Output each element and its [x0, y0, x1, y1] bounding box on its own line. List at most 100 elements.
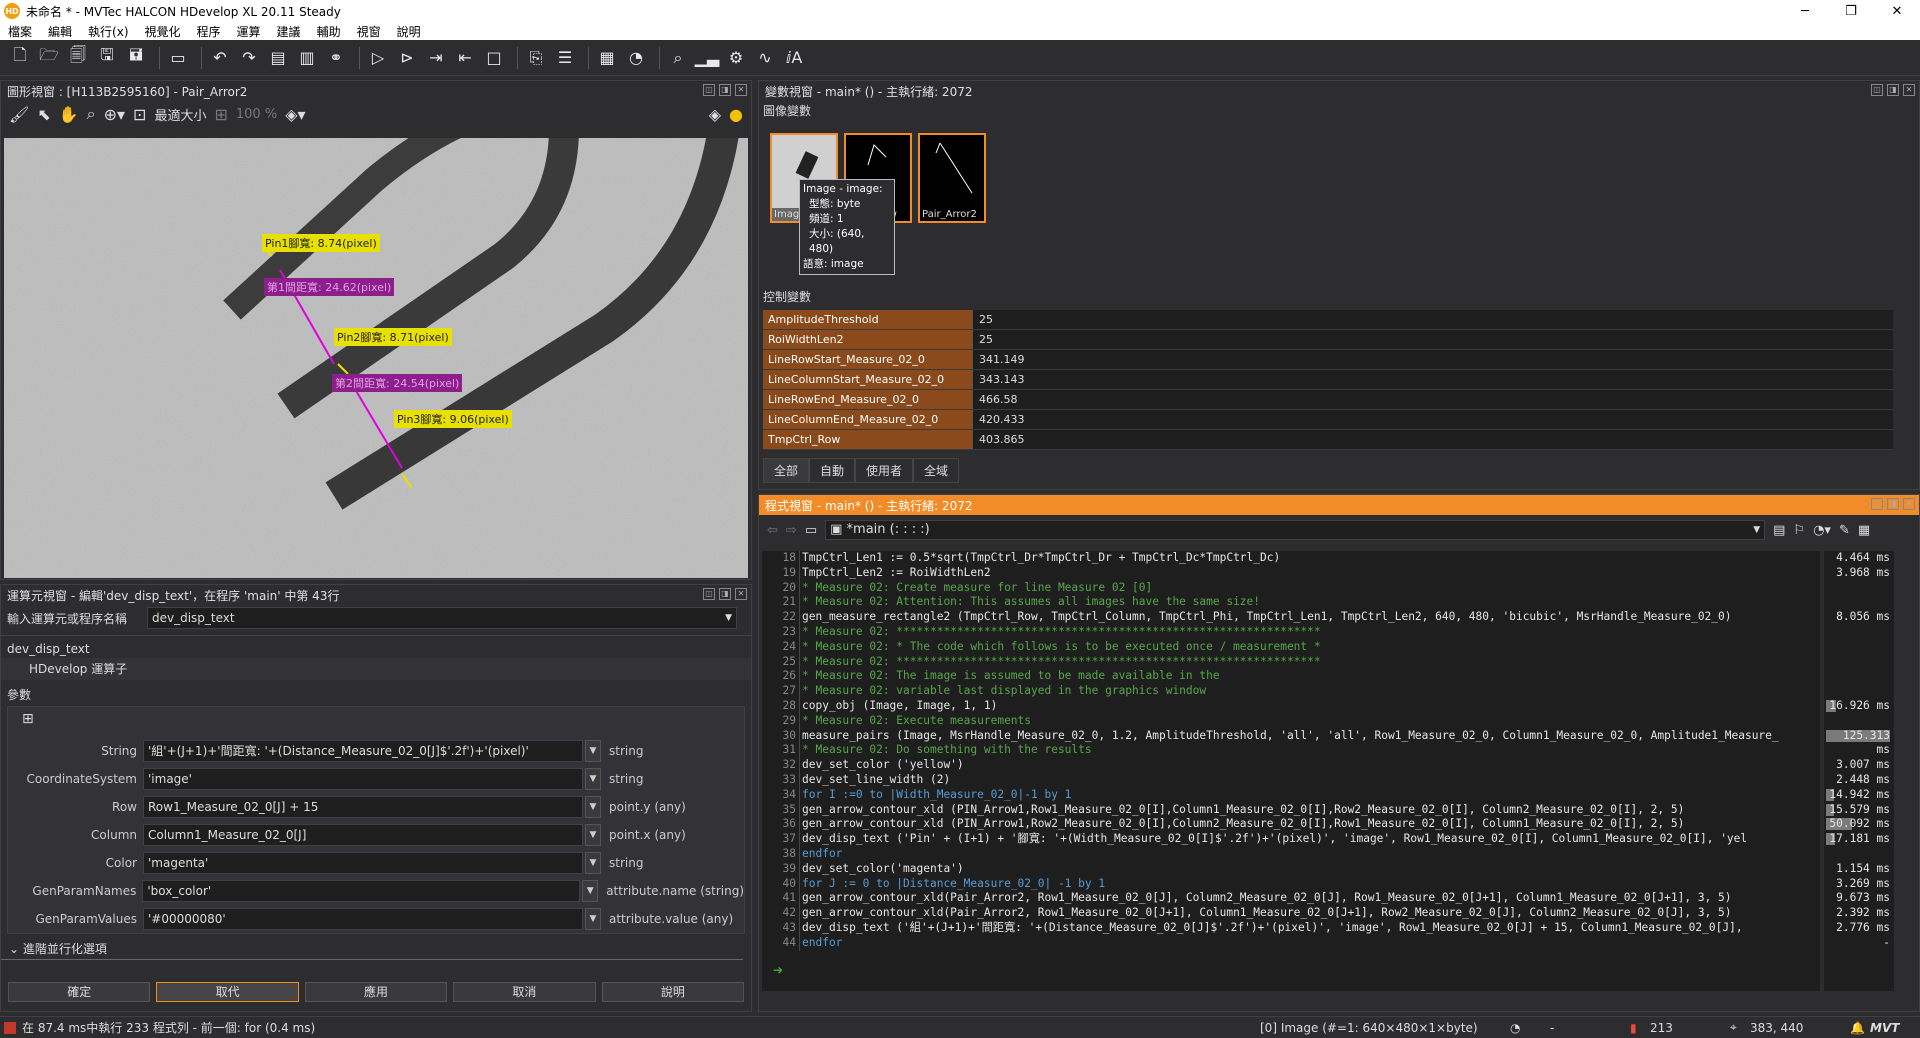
code-line[interactable]: 38 endfor [762, 846, 1820, 862]
table-row[interactable]: LineColumnEnd_Measure_02_0 420.433 [763, 410, 1893, 430]
clear-window-icon[interactable]: 🖌 [9, 105, 29, 124]
zoom-mode-select[interactable]: 最適大小 [154, 105, 206, 124]
param-coordsystem-field[interactable]: 'image' [143, 768, 583, 790]
tab-user[interactable]: 使用者 [855, 458, 914, 483]
operator-search-input[interactable]: dev_disp_text ▼ [147, 607, 737, 629]
menu-visualization[interactable]: 視覺化 [137, 23, 189, 40]
edit-procedure-icon[interactable]: ▤ [1773, 523, 1785, 538]
param-color-field[interactable]: 'magenta' [143, 852, 583, 874]
code-line[interactable]: 42 gen_arrow_contour_xld(Pair_Arror2, Ro… [762, 906, 1820, 921]
graphics-canvas[interactable]: Pin1腳寬: 8.74(pixel) 第1間距寬: 24.62(pixel) … [4, 138, 748, 578]
zoom-percent[interactable]: 100 % [236, 107, 277, 122]
ocr-icon[interactable]: ⅈA [782, 46, 806, 70]
menu-execute[interactable]: 執行(x) [80, 23, 136, 40]
run-icon[interactable]: ▷ [366, 46, 390, 70]
code-line[interactable]: 36 gen_arrow_contour_xld (PIN_Arrow1,Row… [762, 817, 1820, 833]
close-panel-icon[interactable]: ✕ [1903, 84, 1915, 96]
code-line[interactable]: 37 dev_disp_text ('Pin' + (I+1) + '腳寬: '… [762, 832, 1820, 847]
param-genparamvalues-field[interactable]: '#00000080' [143, 908, 583, 930]
table-row[interactable]: AmplitudeThreshold 25 [763, 310, 1893, 330]
zoom-icon[interactable]: ⌕ [87, 104, 96, 124]
procedure-select[interactable]: ▣ *main (: : : :) ▼ [825, 520, 1766, 540]
code-line[interactable]: 44 endfor [762, 935, 1820, 951]
code-line[interactable]: 30 measure_pairs (Image, MsrHandle_Measur… [762, 728, 1820, 744]
table-row[interactable]: TmpCtrl_Row 403.865 [763, 430, 1893, 450]
param-column-field[interactable]: Column1_Measure_02_0[J] [143, 824, 583, 846]
pan-hand-icon[interactable]: ✋ [59, 105, 79, 124]
code-line[interactable]: 31 * Measure 02: Do something with the re… [762, 743, 1820, 759]
fit-window-icon[interactable]: ⊡ [133, 105, 146, 124]
breakpoint-icon[interactable]: ⚐ [1793, 523, 1805, 538]
code-line[interactable]: 29 * Measure 02: Execute measurements [762, 713, 1820, 729]
code-line[interactable]: 34 for I :=0 to |Width_Measure_02_0|-1 by… [762, 787, 1820, 803]
timer-icon[interactable]: ◔▾ [1813, 523, 1831, 538]
code-line[interactable]: 20 * Measure 02: Create measure for line … [762, 580, 1820, 596]
listing-icon[interactable]: ▦ [1858, 523, 1870, 538]
close-panel-icon[interactable]: ✕ [735, 84, 747, 96]
maximize-button[interactable]: ❐ [1828, 4, 1874, 19]
reset-program-icon[interactable]: ⎘ [524, 46, 548, 70]
redo-icon[interactable]: ↷ [237, 46, 261, 70]
param-genparamnames-field[interactable]: 'box_color' [142, 880, 581, 902]
layers-icon[interactable]: ◈ [709, 105, 721, 124]
minimize-button[interactable]: ─ [1782, 4, 1828, 19]
open-example-icon[interactable]: 🗐 [66, 45, 90, 70]
pointer-icon[interactable]: ⬉ [37, 105, 50, 124]
menu-edit[interactable]: 編輯 [40, 23, 80, 40]
menu-procedures[interactable]: 程序 [189, 23, 229, 40]
help-button[interactable]: 說明 [601, 982, 745, 1002]
step-out-icon[interactable]: ⇤ [453, 46, 477, 70]
chevron-down-icon[interactable]: ▼ [585, 908, 601, 930]
code-line[interactable]: 39 dev_set_color('magenta') [762, 861, 1820, 877]
zoom-plus-icon[interactable]: ⊕▾ [104, 105, 125, 124]
menu-suggestions[interactable]: 建議 [269, 23, 309, 40]
undo-icon[interactable]: ↶ [208, 46, 232, 70]
menu-help[interactable]: 說明 [389, 23, 429, 40]
code-line[interactable]: 19 TmpCtrl_Len2 := RoiWidthLen2 [762, 565, 1820, 581]
close-panel-icon[interactable]: ✕ [1903, 498, 1915, 510]
float-icon[interactable]: ◫ [1871, 498, 1883, 510]
tab-all[interactable]: 全部 [763, 458, 810, 483]
menu-window[interactable]: 視窗 [349, 23, 389, 40]
chevron-down-icon[interactable]: ▼ [725, 608, 732, 628]
code-line[interactable]: 43 dev_disp_text ('組'+(J+1)+'間距寬: '+(Dis… [762, 920, 1820, 936]
ok-button[interactable]: 確定 [8, 982, 151, 1002]
code-line[interactable]: 23 * Measure 02: ************************… [762, 624, 1820, 640]
code-line[interactable]: 28 copy_obj (Image, Image, 1, 1) [762, 698, 1820, 714]
color-settings-icon[interactable]: ▦ [595, 46, 619, 70]
apply-button[interactable]: 應用 [304, 982, 448, 1002]
chevron-down-icon[interactable]: ▼ [585, 852, 601, 874]
tab-auto[interactable]: 自動 [809, 458, 856, 483]
table-row[interactable]: LineColumnStart_Measure_02_0 343.143 [763, 370, 1893, 390]
chevron-down-icon[interactable]: ▼ [585, 768, 601, 790]
line-profile-icon[interactable]: ∿ [753, 46, 777, 70]
profiler-icon[interactable]: ◔ [624, 46, 648, 70]
cancel-button[interactable]: 取消 [453, 982, 596, 1002]
code-line[interactable]: 21 * Measure 02: Attention: This assumes … [762, 595, 1820, 611]
advanced-parallel-toggle[interactable]: ⌄ 進階並行化選項 [1, 938, 743, 960]
close-panel-icon[interactable]: ✕ [735, 588, 747, 600]
code-line[interactable]: 27 * Measure 02: variable last displayed … [762, 684, 1820, 699]
menu-operators[interactable]: 運算 [229, 23, 269, 40]
float-icon[interactable]: ◫ [703, 588, 715, 600]
thumb-pair-arror2[interactable]: Pair_Arror2 [918, 133, 986, 223]
region-mode-icon[interactable]: ◈▾ [285, 105, 305, 124]
dock-icon[interactable]: ◨ [1887, 84, 1899, 96]
code-line[interactable]: 41 gen_arrow_contour_xld(Pair_Arror2, Ro… [762, 891, 1820, 907]
tab-global[interactable]: 全域 [913, 458, 960, 483]
params-grid-icon[interactable]: ⊞ [8, 711, 744, 737]
forward-icon[interactable]: ⇨ [786, 523, 797, 538]
close-button[interactable]: ✕ [1874, 4, 1920, 19]
param-row-field[interactable]: Row1_Measure_02_0[J] + 15 [143, 796, 583, 818]
print-icon[interactable]: ▭ [805, 523, 817, 538]
back-icon[interactable]: ⇦ [767, 523, 778, 538]
save-all-icon[interactable]: 🖬 [124, 45, 148, 70]
chevron-down-icon[interactable]: ▼ [585, 796, 601, 818]
save-icon[interactable]: 🖫 [95, 45, 119, 70]
new-file-icon[interactable]: 🗋 [8, 45, 32, 70]
code-line[interactable]: 33 dev_set_line_width (2) [762, 772, 1820, 788]
program-listing-icon[interactable]: ☰ [553, 46, 577, 70]
code-line[interactable]: 22 gen_measure_rectangle2 (TmpCtrl_Row, T… [762, 610, 1820, 625]
code-line[interactable]: 18 TmpCtrl_Len1 := 0.5*sqrt(TmpCtrl_Dr*Tm… [762, 551, 1820, 566]
step-into-icon[interactable]: ⇥ [424, 46, 448, 70]
